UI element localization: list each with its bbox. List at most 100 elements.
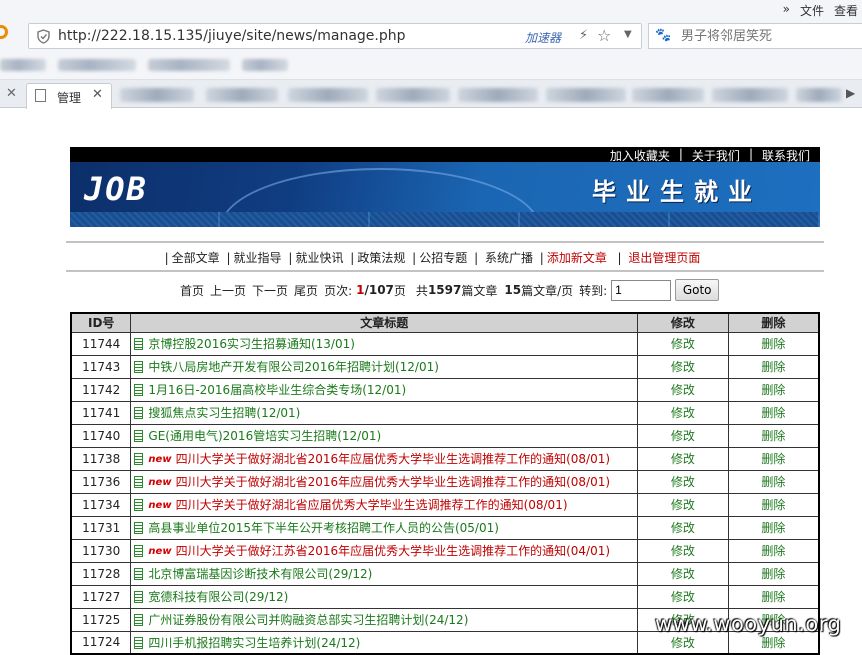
delete-link[interactable]: 删除: [761, 636, 785, 650]
browser-tab[interactable]: [206, 88, 278, 102]
edit-link[interactable]: 修改: [671, 636, 695, 650]
edit-link[interactable]: 修改: [671, 475, 695, 489]
edit-link[interactable]: 修改: [671, 452, 695, 466]
next-page-link[interactable]: 下一页: [252, 282, 288, 299]
article-title-link[interactable]: 四川大学关于做好湖北省应届优秀大学毕业生选调推荐工作的通知(08/01): [176, 498, 568, 512]
row-title-cell: 中铁八局房地产开发有限公司2016年招聘计划(12/01): [130, 354, 638, 379]
menu-file[interactable]: 文件: [800, 2, 824, 19]
edit-cell: 修改: [636, 538, 729, 563]
browser-tab[interactable]: [796, 88, 842, 102]
browser-tab[interactable]: [546, 88, 626, 102]
divider: [66, 241, 824, 243]
edit-link[interactable]: 修改: [671, 567, 695, 581]
article-title-link[interactable]: 四川大学关于做好湖北省2016年应届优秀大学毕业生选调推荐工作的通知(08/01…: [176, 475, 611, 489]
edit-link[interactable]: 修改: [671, 544, 695, 558]
tab-active[interactable]: 管理 ✕: [26, 83, 112, 109]
accelerator-button[interactable]: 加速器: [525, 29, 561, 46]
close-icon[interactable]: ✕: [92, 87, 103, 102]
menu-overflow-icon[interactable]: »: [783, 2, 790, 19]
document-icon: [134, 545, 144, 557]
browser-tab[interactable]: [458, 88, 538, 102]
delete-link[interactable]: 删除: [761, 567, 785, 581]
edit-cell: 修改: [636, 561, 729, 586]
nav-career-news[interactable]: 就业快讯: [295, 251, 343, 265]
delete-link[interactable]: 删除: [761, 337, 785, 351]
url-text[interactable]: http://222.18.15.135/jiuye/site/news/man…: [58, 28, 406, 44]
article-title-link[interactable]: 四川大学关于做好江苏省2016年应届优秀大学毕业生选调推荐工作的通知(04/01…: [176, 544, 611, 558]
edit-link[interactable]: 修改: [671, 406, 695, 420]
browser-tab[interactable]: [376, 88, 450, 102]
paw-search-icon[interactable]: 🐾: [655, 28, 671, 43]
table-row: 11738 new 四川大学关于做好湖北省2016年应届优秀大学毕业生选调推荐工作的…: [70, 446, 820, 471]
nav-public-recruit[interactable]: 公招专题: [419, 251, 467, 265]
article-title-link[interactable]: 1月16日-2016届高校毕业生综合类专场(12/01): [148, 383, 406, 397]
per-page: 15: [504, 283, 522, 297]
close-icon[interactable]: ✕: [6, 86, 17, 101]
lightning-icon[interactable]: ⚡: [579, 28, 588, 43]
article-title-link[interactable]: 四川大学关于做好湖北省2016年应届优秀大学毕业生选调推荐工作的通知(08/01…: [176, 452, 611, 466]
row-id: 11728: [70, 561, 132, 586]
article-title-link[interactable]: 北京博富瑞基因诊断技术有限公司(29/12): [148, 567, 372, 581]
menu-view[interactable]: 查看: [834, 2, 858, 19]
article-title-link[interactable]: 高县事业单位2015年下半年公开考核招聘工作人员的公告(05/01): [148, 521, 499, 535]
bookmark-item[interactable]: [0, 59, 46, 71]
favorite-star-icon[interactable]: ☆: [597, 26, 611, 45]
search-box[interactable]: 🐾: [648, 23, 862, 49]
table-row: 11743 中铁八局房地产开发有限公司2016年招聘计划(12/01) 修改 删除: [70, 354, 820, 379]
first-page-link[interactable]: 首页: [180, 282, 204, 299]
edit-link[interactable]: 修改: [671, 498, 695, 512]
browser-tab[interactable]: [288, 88, 368, 102]
delete-link[interactable]: 删除: [761, 383, 785, 397]
edit-link[interactable]: 修改: [671, 383, 695, 397]
delete-link[interactable]: 删除: [761, 498, 785, 512]
nav-add-article[interactable]: 添加新文章: [547, 251, 607, 265]
delete-link[interactable]: 删除: [761, 406, 785, 420]
nav-career-guide[interactable]: 就业指导: [234, 251, 282, 265]
delete-cell: 删除: [727, 354, 820, 379]
nav-policy[interactable]: 政策法规: [357, 251, 405, 265]
delete-link[interactable]: 删除: [761, 475, 785, 489]
edit-link[interactable]: 修改: [671, 360, 695, 374]
delete-link[interactable]: 删除: [761, 590, 785, 604]
new-badge-icon: new: [148, 454, 172, 465]
browser-tab[interactable]: [712, 88, 788, 102]
article-title-link[interactable]: GE(通用电气)2016管培实习生招聘(12/01): [148, 429, 381, 443]
goto-button[interactable]: Goto: [675, 279, 720, 301]
address-bar[interactable]: http://222.18.15.135/jiuye/site/news/man…: [28, 23, 642, 49]
article-title-link[interactable]: 四川手机报招聘实习生培养计划(24/12): [148, 636, 360, 650]
delete-cell: 删除: [727, 377, 820, 402]
delete-link[interactable]: 删除: [761, 429, 785, 443]
nav-logout[interactable]: 退出管理页面: [628, 251, 700, 265]
delete-link[interactable]: 删除: [761, 452, 785, 466]
edit-link[interactable]: 修改: [671, 337, 695, 351]
delete-link[interactable]: 删除: [761, 544, 785, 558]
edit-link[interactable]: 修改: [671, 429, 695, 443]
article-title-link[interactable]: 搜狐焦点实习生招聘(12/01): [148, 406, 300, 420]
article-title-link[interactable]: 中铁八局房地产开发有限公司2016年招聘计划(12/01): [148, 360, 439, 374]
article-title-link[interactable]: 广州证券股份有限公司并购融资总部实习生招聘计划(24/12): [148, 613, 468, 627]
nav-all-articles[interactable]: 全部文章: [172, 251, 220, 265]
edit-link[interactable]: 修改: [671, 521, 695, 535]
delete-link[interactable]: 删除: [761, 521, 785, 535]
edit-cell: 修改: [636, 584, 729, 609]
last-page-link[interactable]: 尾页: [294, 282, 318, 299]
browser-tab[interactable]: [120, 88, 194, 102]
bookmark-item[interactable]: [148, 59, 230, 71]
page-number-input[interactable]: [611, 279, 672, 301]
bookmarks-bar: [0, 50, 862, 80]
search-input[interactable]: [681, 24, 861, 48]
chevron-right-icon[interactable]: ▶: [846, 86, 855, 100]
browser-tab[interactable]: [632, 88, 704, 102]
browser-logo-icon[interactable]: [0, 25, 8, 39]
edit-link[interactable]: 修改: [671, 590, 695, 604]
nav-system-broadcast[interactable]: 系统广播: [485, 251, 533, 265]
article-title-link[interactable]: 京博控股2016实习生招募通知(13/01): [148, 337, 355, 351]
header-edit: 修改: [636, 312, 729, 333]
delete-link[interactable]: 删除: [761, 360, 785, 374]
bookmark-item[interactable]: [58, 59, 136, 71]
article-title-link[interactable]: 宽德科技有限公司(29/12): [148, 590, 288, 604]
prev-page-link[interactable]: 上一页: [210, 282, 246, 299]
chevron-down-icon[interactable]: ▼: [624, 29, 632, 40]
document-icon: [134, 361, 144, 373]
bookmark-item[interactable]: [242, 59, 288, 71]
